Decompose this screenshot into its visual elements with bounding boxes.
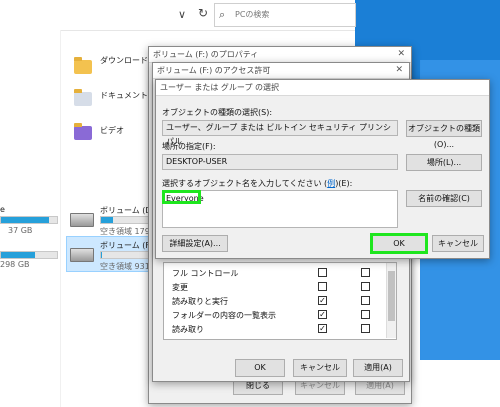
select-users-dialog: ユーザー または グループ の選択 オブジェクトの種類の選択(S): ユーザー、… xyxy=(155,79,490,259)
search-icon: ⌕ xyxy=(219,8,226,21)
advanced-button[interactable]: 詳細設定(A)... xyxy=(162,235,228,252)
document-folder-icon xyxy=(74,89,92,106)
deny-checkbox[interactable] xyxy=(361,282,370,291)
permission-name: 読み取り xyxy=(172,325,204,334)
allow-checkbox[interactable] xyxy=(318,268,327,277)
permissions-scrollbar[interactable] xyxy=(386,263,396,338)
chevron-down-icon[interactable]: ∨ xyxy=(178,8,186,21)
cancel-button[interactable]: キャンセル xyxy=(432,235,484,252)
scrollbar-thumb[interactable] xyxy=(388,271,395,321)
permission-name: 読み取りと実行 xyxy=(172,297,228,306)
drive-f-icon xyxy=(70,248,94,262)
permissions-list: フル コントロール 変更 読み取りと実行 ✓ フォルダーの内容の一覧表示 ✓ 読… xyxy=(163,262,397,340)
allow-checkbox[interactable]: ✓ xyxy=(318,296,327,305)
deny-checkbox[interactable] xyxy=(361,296,370,305)
folder-icon xyxy=(74,57,92,74)
video-folder-icon xyxy=(74,123,92,140)
close-icon[interactable]: ✕ xyxy=(395,65,403,75)
permission-name: フル コントロール xyxy=(172,269,239,278)
drive-left-bar-2 xyxy=(0,251,58,259)
drive-d-icon xyxy=(70,213,94,227)
location-field: DESKTOP-USER xyxy=(162,154,398,170)
deny-checkbox[interactable] xyxy=(361,324,370,333)
drive-left-size: 37 GB xyxy=(8,226,33,235)
search-input[interactable]: ⌕ PCの検索 xyxy=(214,3,356,27)
object-types-button[interactable]: オブジェクトの種類(O)... xyxy=(406,120,482,149)
drive-left-fragment: e xyxy=(0,205,5,214)
location-label: 場所の指定(F): xyxy=(162,142,216,151)
security-dialog-title: ボリューム (F:) のアクセス許可 xyxy=(153,63,409,79)
refresh-icon[interactable]: ↻ xyxy=(198,6,208,20)
examples-link[interactable]: 例 xyxy=(327,179,335,188)
close-icon[interactable]: ✕ xyxy=(397,49,405,59)
deny-checkbox[interactable] xyxy=(361,268,370,277)
deny-checkbox[interactable] xyxy=(361,310,370,319)
folder-downloads-label[interactable]: ダウンロード xyxy=(100,55,148,66)
everyone-highlight xyxy=(162,190,201,204)
security-apply-button[interactable]: 適用(A) xyxy=(353,359,403,377)
ok-highlight xyxy=(370,233,428,254)
drive-left-bar xyxy=(0,216,58,224)
permission-name: フォルダーの内容の一覧表示 xyxy=(172,311,276,320)
security-ok-button[interactable]: OK xyxy=(235,359,285,377)
allow-checkbox[interactable] xyxy=(318,282,327,291)
drive-left-size-2: 298 GB xyxy=(0,260,30,269)
object-names-label: 選択するオブジェクト名を入力してください (例)(E): xyxy=(162,179,353,188)
properties-dialog-title: ボリューム (F:) のプロパティ xyxy=(149,47,411,63)
object-type-label: オブジェクトの種類の選択(S): xyxy=(162,108,273,117)
select-users-dialog-title: ユーザー または グループ の選択 xyxy=(156,80,489,96)
allow-checkbox[interactable]: ✓ xyxy=(318,310,327,319)
locations-button[interactable]: 場所(L)... xyxy=(406,154,482,171)
drive-f-name[interactable]: ボリューム (F:) xyxy=(100,240,155,251)
permission-name: 変更 xyxy=(172,283,188,292)
check-names-button[interactable]: 名前の確認(C) xyxy=(406,190,482,207)
folder-documents-label[interactable]: ドキュメント xyxy=(100,90,148,101)
object-type-field: ユーザー、グループ または ビルトイン セキュリティ プリンシパル xyxy=(162,120,398,146)
security-cancel-button[interactable]: キャンセル xyxy=(293,359,347,377)
search-placeholder: PCの検索 xyxy=(235,10,270,19)
folder-videos-label[interactable]: ビデオ xyxy=(100,125,124,136)
allow-checkbox[interactable]: ✓ xyxy=(318,324,327,333)
